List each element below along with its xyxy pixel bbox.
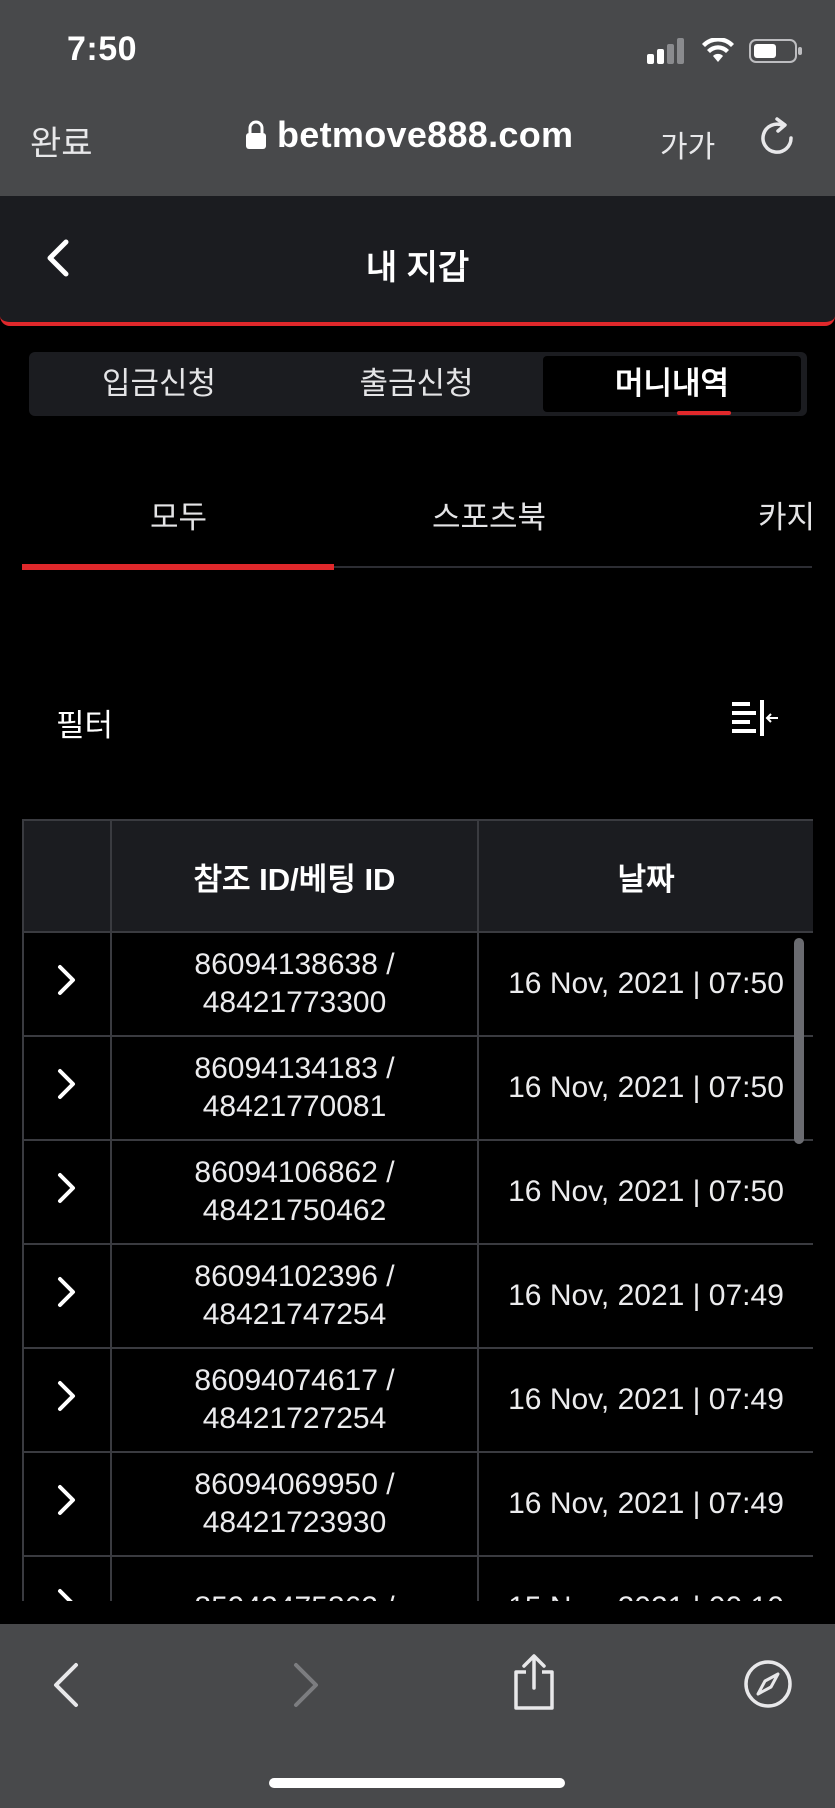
chevron-right-icon[interactable] (56, 1379, 78, 1413)
chevron-right-icon[interactable] (56, 1171, 78, 1205)
table-row[interactable]: 86094106862 / 48421750462 16 Nov, 2021 | 0… (22, 1139, 813, 1245)
lock-icon (246, 120, 266, 149)
bet-id: 48421773300 (202, 986, 387, 1019)
row-date-cell: 15 Nov, 2021 | 00:10 (477, 1555, 813, 1601)
tab-all[interactable]: 모두 (150, 492, 207, 537)
wifi-icon (702, 38, 734, 62)
home-indicator[interactable] (269, 1778, 565, 1788)
bet-id: 48421750462 (202, 1194, 387, 1227)
tab-active-indicator (22, 564, 334, 570)
browser-forward-icon[interactable] (284, 1660, 324, 1710)
bet-id: 48421770081 (202, 1090, 387, 1123)
row-date-cell: 16 Nov, 2021 | 07:49 (477, 1347, 813, 1453)
ref-id: 86094134183 / (194, 1052, 395, 1085)
row-date-cell: 16 Nov, 2021 | 07:50 (477, 931, 813, 1037)
filter-label[interactable]: 필터 (56, 700, 113, 745)
row-id-cell: 85943475862 / (110, 1555, 479, 1601)
chevron-right-icon[interactable] (56, 1275, 78, 1309)
col-expand-header (22, 819, 112, 933)
table-scrollbar[interactable] (794, 938, 804, 1144)
ref-id: 86094106862 / (194, 1156, 395, 1189)
segment-deposit[interactable]: 입금신청 (29, 352, 289, 416)
row-id-cell: 86094138638 / 48421773300 (110, 931, 479, 1037)
url-text: betmove888.com (277, 114, 574, 155)
row-expand-cell[interactable] (22, 1451, 112, 1557)
chevron-right-icon[interactable] (56, 963, 78, 997)
col-id-header: 참조 ID/베팅 ID (110, 819, 479, 933)
segment-active-indicator (677, 411, 731, 415)
row-expand-cell[interactable] (22, 1555, 112, 1601)
table-row[interactable]: 85943475862 /15 Nov, 2021 | 00:10 (22, 1555, 813, 1601)
table-row[interactable]: 86094102396 / 48421747254 16 Nov, 2021 | 0… (22, 1243, 813, 1349)
ref-id: 85943475862 / (112, 1589, 477, 1601)
segment-money-history-label: 머니내역 (614, 366, 730, 401)
battery-icon (749, 39, 802, 63)
table-row[interactable]: 86094138638 / 48421773300 16 Nov, 2021 | 0… (22, 931, 813, 1037)
row-expand-cell[interactable] (22, 1243, 112, 1349)
table-row[interactable]: 86094074617 / 48421727254 16 Nov, 2021 | 0… (22, 1347, 813, 1453)
row-id-cell: 86094106862 / 48421750462 (110, 1139, 479, 1245)
signal-icon (647, 38, 684, 64)
tab-casino[interactable]: 카지 (758, 492, 815, 537)
money-history-table: 참조 ID/베팅 ID 날짜 86094138638 / 48421773300 1… (22, 819, 813, 1601)
row-id-cell: 86094102396 / 48421747254 (110, 1243, 479, 1349)
category-tabs: 모두 스포츠북 카지 (22, 472, 835, 572)
browser-toolbar (0, 1624, 835, 1808)
chevron-right-icon[interactable] (56, 1067, 78, 1101)
wallet-segment-control: 입금신청 출금신청 머니내역 (29, 352, 807, 416)
browser-back-icon[interactable] (48, 1660, 88, 1710)
chevron-right-icon[interactable] (56, 1483, 78, 1517)
browser-url-bar: 완료 betmove888.com 가가 (0, 96, 835, 196)
row-date-cell: 16 Nov, 2021 | 07:50 (477, 1035, 813, 1141)
done-button[interactable]: 완료 (30, 116, 93, 165)
ref-id: 86094074617 / (194, 1364, 395, 1397)
row-date-cell: 16 Nov, 2021 | 07:49 (477, 1243, 813, 1349)
tab-sportsbook[interactable]: 스포츠북 (432, 492, 546, 537)
status-icons (647, 38, 803, 64)
table-row[interactable]: 86094134183 / 48421770081 16 Nov, 2021 | 0… (22, 1035, 813, 1141)
row-expand-cell[interactable] (22, 1035, 112, 1141)
row-id-cell: 86094069950 / 48421723930 (110, 1451, 479, 1557)
bet-id: 48421727254 (202, 1402, 387, 1435)
share-icon[interactable] (510, 1652, 558, 1712)
row-expand-cell[interactable] (22, 931, 112, 1037)
row-id-cell: 86094134183 / 48421770081 (110, 1035, 479, 1141)
chevron-right-icon[interactable] (56, 1587, 78, 1601)
status-bar: 7:50 (0, 0, 835, 96)
row-date-cell: 16 Nov, 2021 | 07:50 (477, 1139, 813, 1245)
ref-id: 86094138638 / (194, 948, 395, 981)
row-date-cell: 16 Nov, 2021 | 07:49 (477, 1451, 813, 1557)
bet-id: 48421723930 (202, 1506, 387, 1539)
bet-id: 48421747254 (202, 1298, 387, 1331)
row-id-cell: 86094074617 / 48421727254 (110, 1347, 479, 1453)
segment-money-history[interactable]: 머니내역 (543, 356, 801, 415)
table-row[interactable]: 86094069950 / 48421723930 16 Nov, 2021 | 0… (22, 1451, 813, 1557)
filter-icon[interactable] (730, 698, 780, 740)
page-title: 내 지갑 (365, 249, 470, 287)
url-field[interactable]: betmove888.com (245, 114, 573, 156)
compass-icon[interactable] (742, 1658, 794, 1710)
ref-id: 86094102396 / (194, 1260, 395, 1293)
reload-icon[interactable] (755, 116, 799, 160)
text-size-button[interactable]: 가가 (660, 122, 715, 166)
row-expand-cell[interactable] (22, 1347, 112, 1453)
ref-id: 86094069950 / (194, 1468, 395, 1501)
status-time: 7:50 (67, 30, 138, 68)
app-header: 내 지갑 (0, 196, 835, 326)
table-header-row: 참조 ID/베팅 ID 날짜 (22, 819, 813, 933)
col-date-header: 날짜 (477, 819, 813, 933)
row-expand-cell[interactable] (22, 1139, 112, 1245)
segment-withdraw[interactable]: 출금신청 (289, 352, 544, 416)
